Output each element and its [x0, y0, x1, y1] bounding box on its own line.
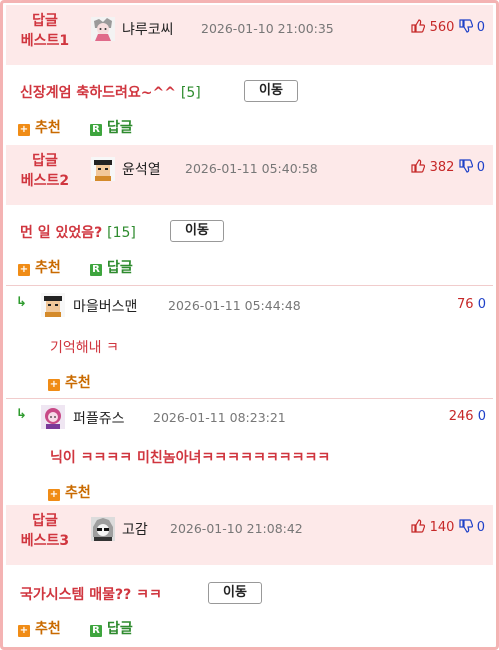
upvote-count: 382	[429, 160, 455, 175]
best-badge: 답글 베스트1	[10, 11, 80, 51]
avatar[interactable]	[91, 157, 115, 181]
reply-button[interactable]: R 답글	[90, 618, 133, 638]
author-nick[interactable]: 마을버스맨	[73, 296, 137, 316]
badge-line1: 답글	[32, 13, 58, 29]
reply-label: 답글	[107, 260, 133, 276]
avatar[interactable]	[91, 517, 115, 541]
reply-text: 기억해내 ㅋ	[50, 340, 119, 356]
recommend-label: 추천	[65, 485, 91, 501]
plus-icon: +	[48, 489, 60, 501]
move-button[interactable]: 이동	[244, 80, 298, 102]
vote-counts: 140 0	[411, 519, 485, 537]
badge-rank: 베스트1	[20, 33, 70, 49]
thumb-up-icon[interactable]	[411, 159, 426, 177]
reply-content: 먼 일 있었음? [15]	[20, 222, 136, 242]
avatar[interactable]	[41, 293, 65, 317]
thumb-down-icon[interactable]	[458, 159, 473, 177]
downvote-count: 0	[476, 160, 485, 175]
recommend-label: 추천	[35, 120, 61, 136]
move-button[interactable]: 이동	[170, 220, 224, 242]
vote-counts: 382 0	[411, 159, 485, 177]
post-date: 2026-01-11 05:40:58	[185, 161, 318, 176]
recommend-button[interactable]: + 추천	[18, 257, 61, 277]
best-badge: 답글 베스트3	[10, 511, 80, 551]
reply-r-icon: R	[90, 124, 102, 136]
vote-counts: 560 0	[411, 19, 485, 37]
divider	[6, 398, 493, 399]
author-nick[interactable]: 고감	[122, 519, 148, 539]
avatar[interactable]	[91, 17, 115, 41]
reply-text: 먼 일 있었음?	[20, 225, 103, 241]
reply-count[interactable]: [15]	[107, 225, 136, 241]
thumb-down-icon[interactable]	[458, 519, 473, 537]
plus-icon: +	[18, 625, 30, 637]
post-date: 2026-01-10 21:00:35	[201, 21, 334, 36]
recommend-button[interactable]: + 추천	[48, 372, 91, 392]
reply-r-icon: R	[90, 264, 102, 276]
thumb-down-icon[interactable]	[458, 19, 473, 37]
upvote-count: 560	[429, 20, 455, 35]
reply-arrow-icon: ↳	[16, 295, 27, 310]
reply-content: 신장계엄 축하드려요~^^ [5]	[20, 82, 201, 102]
post-date: 2026-01-10 21:08:42	[170, 521, 303, 536]
badge-line1: 답글	[32, 153, 58, 169]
vote-counts: 76 0	[457, 297, 486, 312]
thumb-up-icon[interactable]	[411, 19, 426, 37]
reply-text: 국가시스템 매물?? ㅋㅋ	[20, 587, 162, 603]
reply-label: 답글	[107, 120, 133, 136]
downvote-count: 0	[476, 20, 485, 35]
downvote-count: 0	[477, 409, 486, 424]
author-nick[interactable]: 윤석열	[122, 159, 161, 179]
best-reply-header: 답글 베스트1 냐루코씨 2026-01-10 21:00:35 560 0	[6, 5, 493, 65]
divider	[6, 285, 493, 286]
post-date: 2026-01-11 05:44:48	[168, 298, 301, 313]
thumb-up-icon[interactable]	[411, 519, 426, 537]
downvote-count: 0	[476, 520, 485, 535]
best-reply-header: 답글 베스트3 고감 2026-01-10 21:08:42 140 0	[6, 505, 493, 565]
recommend-label: 추천	[35, 260, 61, 276]
reply-content: 국가시스템 매물?? ㅋㅋ	[20, 584, 162, 604]
plus-icon: +	[18, 124, 30, 136]
reply-text: 닉이 ㅋㅋㅋㅋ 미친놈아녀ㅋㅋㅋㅋㅋㅋㅋㅋㅋㅋ	[50, 450, 331, 466]
author-nick[interactable]: 퍼플쥬스	[73, 408, 125, 428]
upvote-count: 246	[448, 409, 474, 424]
upvote-count: 140	[429, 520, 455, 535]
recommend-label: 추천	[35, 621, 61, 637]
reply-button[interactable]: R 답글	[90, 117, 133, 137]
reply-label: 답글	[107, 621, 133, 637]
vote-counts: 246 0	[449, 409, 486, 424]
move-button[interactable]: 이동	[208, 582, 262, 604]
plus-icon: +	[18, 264, 30, 276]
badge-rank: 베스트3	[20, 533, 70, 549]
recommend-label: 추천	[65, 375, 91, 391]
upvote-count: 76	[457, 297, 474, 312]
downvote-count: 0	[477, 297, 486, 312]
reply-count[interactable]: [5]	[181, 85, 201, 101]
reply-text: 신장계엄 축하드려요~^^	[20, 85, 176, 101]
best-reply-header: 답글 베스트2 윤석열 2026-01-11 05:40:58 382 0	[6, 145, 493, 205]
author-nick[interactable]: 냐루코씨	[122, 19, 174, 39]
recommend-button[interactable]: + 추천	[18, 117, 61, 137]
best-replies-panel: 답글 베스트1 냐루코씨 2026-01-10 21:00:35 560 0 신…	[0, 0, 499, 650]
recommend-button[interactable]: + 추천	[18, 618, 61, 638]
badge-line1: 답글	[32, 513, 58, 529]
reply-r-icon: R	[90, 625, 102, 637]
reply-button[interactable]: R 답글	[90, 257, 133, 277]
badge-rank: 베스트2	[20, 173, 70, 189]
best-badge: 답글 베스트2	[10, 151, 80, 191]
post-date: 2026-01-11 08:23:21	[153, 410, 286, 425]
reply-arrow-icon: ↳	[16, 407, 27, 422]
recommend-button[interactable]: + 추천	[48, 482, 91, 502]
avatar[interactable]	[41, 405, 65, 429]
plus-icon: +	[48, 379, 60, 391]
